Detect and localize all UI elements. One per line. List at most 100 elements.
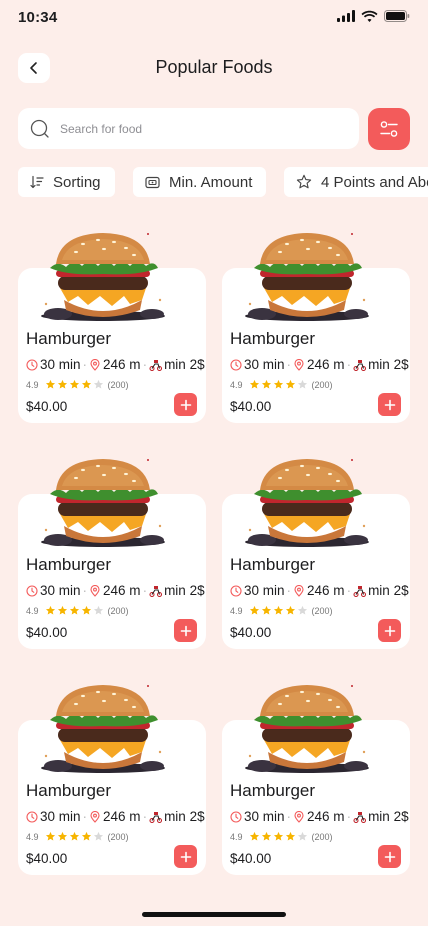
delivery-time-text: 30 min — [244, 809, 285, 824]
hamburger-image — [245, 233, 369, 321]
page-title: Popular Foods — [155, 57, 273, 77]
location-pin-icon — [90, 358, 100, 371]
delivery-scooter-icon — [353, 811, 367, 823]
review-count: (200) — [107, 379, 129, 390]
product-price: $40.00 — [230, 625, 272, 640]
delivery-time: 30 min — [26, 809, 81, 824]
chip-rating[interactable]: 4 Points and Above — [284, 167, 428, 197]
min-order-text: min 2$ — [164, 357, 205, 372]
star-filled-icon — [57, 379, 67, 389]
hamburger-image — [245, 459, 369, 547]
clock-icon — [26, 810, 38, 823]
add-to-cart-button[interactable] — [378, 619, 401, 642]
delivery-time: 30 min — [230, 583, 285, 598]
review-count: (200) — [107, 605, 129, 616]
location-pin-icon — [294, 810, 304, 823]
status-icons — [337, 10, 410, 22]
star-empty-icon — [297, 605, 307, 615]
star-filled-icon — [81, 379, 91, 389]
hamburger-image — [41, 459, 165, 547]
min-order-text: min 2$ — [368, 357, 409, 372]
chip-sorting[interactable]: Sorting — [18, 167, 115, 197]
product-card[interactable]: Hamburger 30 min · 246 m · min 2$ 4.9 (2… — [222, 685, 410, 875]
delivery-scooter-icon — [149, 585, 163, 597]
clock-icon — [230, 358, 242, 371]
product-name: Hamburger — [26, 329, 112, 348]
product-name: Hamburger — [230, 781, 316, 800]
star-rating — [249, 831, 308, 842]
add-to-cart-button[interactable] — [174, 845, 197, 868]
hamburger-image — [41, 233, 165, 321]
star-outline-icon — [296, 174, 312, 189]
star-filled-icon — [285, 831, 295, 841]
star-empty-icon — [93, 831, 103, 841]
product-card[interactable]: Hamburger 30 min · 246 m · min 2$ 4.9 (2… — [18, 233, 206, 423]
search-box[interactable] — [18, 108, 359, 149]
star-filled-icon — [69, 831, 79, 841]
star-filled-icon — [69, 379, 79, 389]
add-to-cart-button[interactable] — [378, 393, 401, 416]
star-rating — [45, 831, 104, 842]
star-filled-icon — [69, 605, 79, 615]
rating-value: 4.9 — [230, 831, 243, 842]
min-order-text: min 2$ — [164, 809, 205, 824]
plus-icon — [384, 399, 395, 410]
plus-icon — [384, 851, 395, 862]
distance: 246 m — [293, 809, 345, 824]
star-filled-icon — [285, 605, 295, 615]
chip-label: 4 Points and Above — [321, 173, 428, 191]
product-name: Hamburger — [230, 329, 316, 348]
delivery-time-text: 30 min — [244, 357, 285, 372]
wallet-icon — [145, 176, 160, 188]
rating-row: 4.9 (200) — [230, 831, 333, 842]
product-card[interactable]: Hamburger 30 min · 246 m · min 2$ 4.9 (2… — [18, 459, 206, 649]
product-card[interactable]: Hamburger 30 min · 246 m · min 2$ 4.9 (2… — [18, 685, 206, 875]
distance: 246 m — [89, 809, 141, 824]
add-to-cart-button[interactable] — [174, 393, 197, 416]
home-indicator — [142, 912, 286, 917]
product-card[interactable]: Hamburger 30 min · 246 m · min 2$ 4.9 (2… — [222, 233, 410, 423]
hamburger-image — [41, 685, 165, 773]
star-rating — [45, 605, 104, 616]
product-card[interactable]: Hamburger 30 min · 246 m · min 2$ 4.9 (2… — [222, 459, 410, 649]
distance-text: 246 m — [307, 809, 345, 824]
rating-row: 4.9 (200) — [230, 605, 333, 616]
search-input[interactable] — [60, 121, 320, 136]
delivery-time: 30 min — [26, 357, 81, 372]
product-name: Hamburger — [26, 781, 112, 800]
distance: 246 m — [89, 357, 141, 372]
star-empty-icon — [297, 831, 307, 841]
clock-icon — [230, 584, 242, 597]
chip-min-amount[interactable]: Min. Amount — [133, 167, 267, 197]
distance-text: 246 m — [103, 809, 141, 824]
add-to-cart-button[interactable] — [174, 619, 197, 642]
star-filled-icon — [81, 831, 91, 841]
delivery-time-text: 30 min — [40, 583, 81, 598]
review-count: (200) — [311, 831, 333, 842]
product-price: $40.00 — [26, 851, 68, 866]
chip-label: Min. Amount — [169, 173, 253, 191]
star-filled-icon — [45, 831, 55, 841]
delivery-time-text: 30 min — [244, 583, 285, 598]
chip-label: Sorting — [53, 173, 101, 191]
star-filled-icon — [45, 605, 55, 615]
rating-row: 4.9 (200) — [230, 379, 333, 390]
filter-button[interactable] — [368, 108, 410, 150]
add-to-cart-button[interactable] — [378, 845, 401, 868]
min-order-text: min 2$ — [368, 809, 409, 824]
rating-row: 4.9 (200) — [26, 605, 129, 616]
plus-icon — [180, 625, 191, 636]
distance: 246 m — [293, 583, 345, 598]
star-rating — [45, 379, 104, 390]
distance-text: 246 m — [103, 357, 141, 372]
location-pin-icon — [90, 810, 100, 823]
min-order: min 2$ — [353, 357, 409, 372]
rating-row: 4.9 (200) — [26, 379, 129, 390]
star-empty-icon — [297, 379, 307, 389]
star-filled-icon — [249, 379, 259, 389]
filter-chip-row: Sorting Min. Amount 4 Points and Above — [18, 167, 428, 197]
star-filled-icon — [249, 831, 259, 841]
delivery-time: 30 min — [230, 809, 285, 824]
star-filled-icon — [261, 605, 271, 615]
star-filled-icon — [57, 831, 67, 841]
